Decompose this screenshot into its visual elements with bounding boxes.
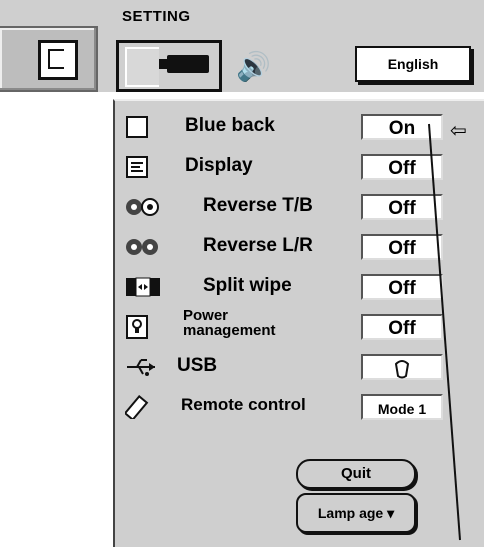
remote-control-value[interactable]: Mode 1	[361, 394, 443, 420]
menu-row-remote-control[interactable]: Remote control Mode 1	[115, 387, 484, 427]
split-wipe-value[interactable]: Off	[361, 274, 443, 300]
menu-label: Power management	[183, 308, 276, 338]
screen-menu-tab[interactable]	[0, 26, 98, 92]
menu-row-power-management[interactable]: Power management Off	[115, 307, 484, 347]
menu-title: SETTING	[122, 8, 191, 25]
menu-label: Remote control	[181, 395, 306, 414]
reverse-lr-value[interactable]: Off	[361, 234, 443, 260]
menu-label-line1: Power	[183, 307, 229, 324]
language-button[interactable]: English	[355, 46, 471, 82]
blank-screen-icon	[125, 115, 151, 139]
menu-label: USB	[177, 355, 218, 376]
display-icon	[125, 155, 151, 179]
split-wipe-icon	[125, 275, 161, 299]
menu-label: Reverse T/B	[203, 195, 313, 216]
menu-row-reverse-tb[interactable]: Reverse T/B Off	[115, 187, 484, 227]
screen-icon	[125, 47, 159, 87]
menu-row-display[interactable]: Display Off	[115, 147, 484, 187]
reverse-tb-value[interactable]: Off	[361, 194, 443, 220]
reverse-tb-icon	[125, 195, 159, 219]
mouse-icon	[394, 360, 410, 379]
bulb-icon	[125, 315, 151, 339]
usb-value[interactable]	[361, 354, 443, 380]
remote-icon	[125, 395, 157, 419]
speaker-icon[interactable]: 🔊	[236, 50, 271, 83]
display-value[interactable]: Off	[361, 154, 443, 180]
menu-label-line2: management	[183, 322, 276, 339]
arrow-left-icon: ⇦	[450, 120, 467, 142]
setting-menu-panel: Blue back On ⇦ Display Off Reverse T/B O…	[113, 99, 484, 547]
usb-icon	[125, 355, 159, 379]
projector-icon	[159, 55, 209, 73]
menu-row-reverse-lr[interactable]: Reverse L/R Off	[115, 227, 484, 267]
menu-row-blue-back[interactable]: Blue back On ⇦	[115, 107, 484, 147]
menu-label: Reverse L/R	[203, 235, 313, 256]
menu-label: Display	[185, 155, 253, 176]
top-menu-bar: SETTING 🔊 English	[0, 0, 484, 92]
menu-row-split-wipe[interactable]: Split wipe Off	[115, 267, 484, 307]
menu-row-usb[interactable]: USB	[115, 347, 484, 387]
blue-back-value[interactable]: On	[361, 114, 443, 140]
quit-button[interactable]: Quit	[296, 459, 416, 489]
lamp-age-button[interactable]: Lamp age ▾	[296, 493, 416, 533]
power-management-value[interactable]: Off	[361, 314, 443, 340]
menu-label: Blue back	[185, 115, 275, 136]
screen-icon	[38, 40, 78, 80]
setting-tab-selected[interactable]	[116, 40, 222, 92]
reverse-lr-icon	[125, 235, 159, 259]
menu-label: Split wipe	[203, 275, 292, 296]
